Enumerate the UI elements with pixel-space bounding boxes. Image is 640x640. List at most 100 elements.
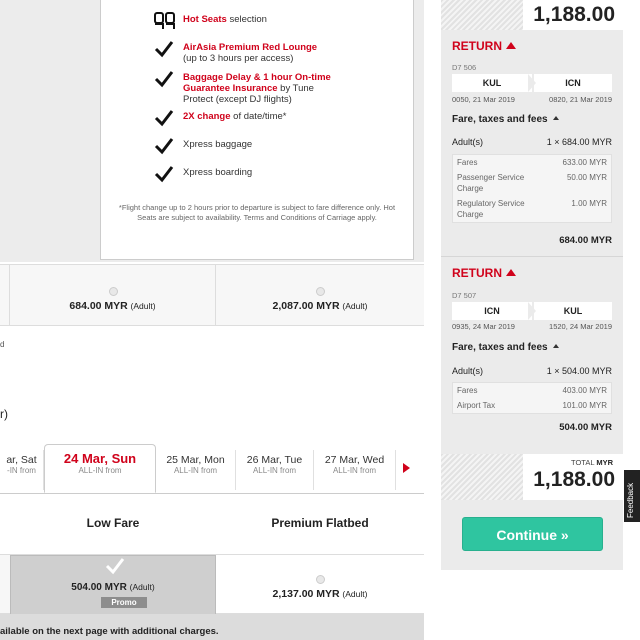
breakdown-value: 403.00 MYR — [562, 386, 607, 395]
summary-top-total: 1,188.00 — [441, 0, 623, 30]
cut-off-text: d — [0, 340, 5, 349]
fare-price: 504.00 MYR — [71, 582, 127, 593]
feedback-label: Feedback — [626, 482, 635, 518]
passenger-line: Adult(s) 1 × 504.00 MYR — [452, 366, 612, 376]
return-heading[interactable]: RETURN — [452, 39, 516, 53]
radio-icon[interactable] — [316, 575, 325, 584]
destination-code: ICN — [534, 74, 612, 92]
date-sub: ALL-IN from — [332, 466, 377, 475]
return-heading[interactable]: RETURN — [452, 266, 516, 280]
date-sub: -IN from — [7, 466, 36, 475]
top-total-amount: 1,188.00 — [533, 3, 615, 26]
departure-time: 0050, 21 Mar 2019 — [452, 95, 515, 104]
radio-icon[interactable] — [316, 287, 325, 296]
total-currency: MYR — [596, 458, 613, 467]
flight-times: 0050, 21 Mar 2019 0820, 21 Mar 2019 — [452, 95, 612, 104]
breakdown-row: Fares 633.00 MYR — [453, 155, 611, 170]
breakdown-label: Fares — [457, 158, 478, 167]
perk-red-text: Hot Seats — [183, 14, 227, 25]
fare-breakdown: Fares 633.00 MYR Passenger Service Charge… — [452, 154, 612, 223]
fare-option-premium[interactable]: 2,137.00 MYR (Adult) — [216, 555, 424, 613]
flight-times: 0935, 24 Mar 2019 1520, 24 Mar 2019 — [452, 322, 612, 331]
destination-code: KUL — [534, 302, 612, 320]
date-sub: ALL-IN from — [78, 466, 122, 475]
breakdown-value: 633.00 MYR — [562, 158, 607, 167]
date-tab-23[interactable]: ar, Sat -IN from — [0, 450, 44, 490]
perks-fine-print: *Flight change up to 2 hours prior to de… — [118, 203, 396, 222]
date-label: 26 Mar, Tue — [246, 454, 303, 466]
breakdown-row: Fares 403.00 MYR — [453, 383, 611, 398]
return-date-selector: ar, Sat -IN from 24 Mar, Sun ALL-IN from… — [0, 444, 424, 494]
pax-label: Adult(s) — [452, 366, 484, 376]
route-bar: ICN KUL — [452, 302, 612, 320]
bottom-note: ailable on the next page with additional… — [0, 614, 424, 640]
breakdown-label: Regulatory Service Charge — [457, 199, 525, 219]
perk-text: of date/time* — [230, 111, 287, 122]
total-amount: 1,188.00 — [533, 468, 615, 491]
pax-label: Adult(s) — [452, 137, 484, 147]
return-label: RETURN — [452, 39, 502, 53]
return-fare-row: 504.00 MYR (Adult) Promo 2,137.00 MYR (A… — [0, 554, 424, 615]
date-tab-25[interactable]: 25 Mar, Mon ALL-IN from — [156, 450, 236, 490]
perk-red-text: AirAsia Premium Red Lounge — [183, 42, 318, 53]
date-tab-26[interactable]: 26 Mar, Tue ALL-IN from — [236, 450, 314, 490]
fare-option-low-selected[interactable]: 504.00 MYR (Adult) Promo — [10, 555, 216, 615]
column-low-fare: Low Fare — [86, 516, 140, 530]
breakdown-row: Passenger Service Charge 50.00 MYR — [453, 170, 611, 196]
perk-text: (up to 3 hours per access) — [183, 53, 294, 64]
continue-button[interactable]: Continue » — [462, 517, 603, 551]
total-box: TOTAL MYR 1,188.00 — [441, 454, 623, 500]
perk-text: Xpress baggage — [183, 139, 253, 150]
feedback-tab[interactable]: Feedback — [624, 470, 640, 522]
fare-title: Fare, taxes and fees — [452, 342, 548, 353]
next-dates-arrow-icon[interactable] — [403, 463, 410, 473]
date-label: 24 Mar, Sun — [63, 451, 137, 466]
fare-price: 684.00 MYR — [69, 300, 128, 312]
check-icon — [105, 558, 125, 575]
check-icon — [154, 110, 174, 127]
perk-text: Xpress boarding — [183, 167, 253, 178]
date-sub: ALL-IN from — [252, 466, 297, 475]
check-icon — [154, 41, 174, 58]
breakdown-row: Airport Tax 101.00 MYR — [453, 398, 611, 413]
date-label: 27 Mar, Wed — [324, 454, 385, 466]
premium-flatbed-perks-card: Hot Seats selection AirAsia Premium Red … — [100, 0, 414, 260]
radio-icon[interactable] — [108, 287, 118, 296]
fare-unit: (Adult) — [342, 589, 368, 599]
date-tab-27[interactable]: 27 Mar, Wed ALL-IN from — [314, 450, 396, 490]
flight-selection-panel: Hot Seats selection AirAsia Premium Red … — [0, 0, 424, 640]
fare-unit: (Adult) — [129, 582, 155, 592]
fare-unit: (Adult) — [130, 301, 156, 311]
check-icon — [154, 138, 174, 155]
route-arrow-icon — [528, 74, 536, 92]
fare-taxes-toggle[interactable]: Fare, taxes and fees — [452, 114, 559, 125]
pax-value: 1 × 504.00 MYR — [546, 366, 612, 376]
return-label: RETURN — [452, 266, 502, 280]
origin-code: ICN — [452, 302, 532, 320]
breakdown-value: 101.00 MYR — [562, 401, 607, 410]
departure-time: 0935, 24 Mar 2019 — [452, 322, 515, 331]
collapse-arrow-icon — [506, 269, 516, 276]
check-icon — [154, 71, 174, 88]
arrival-time: 1520, 24 Mar 2019 — [549, 322, 612, 331]
fare-option-premium[interactable]: 2,087.00 MYR (Adult) — [216, 265, 424, 325]
collapse-arrow-icon — [552, 344, 559, 348]
origin-code: KUL — [452, 74, 532, 92]
booking-summary-panel: 1,188.00 RETURN D7 506 KUL ICN 0050, 21 … — [441, 0, 623, 570]
seat-icon — [154, 12, 175, 29]
route-bar: KUL ICN — [452, 74, 612, 92]
collapse-arrow-icon — [552, 116, 559, 120]
date-tab-24[interactable]: 24 Mar, Sun ALL-IN from — [44, 444, 156, 493]
fare-option-low[interactable]: 684.00 MYR (Adult) — [10, 265, 216, 325]
breakdown-label: Fares — [457, 386, 478, 395]
fare-price: 2,087.00 MYR — [272, 300, 340, 312]
fare-cell-cut — [0, 265, 10, 325]
depart-fare-row: 684.00 MYR (Adult) 2,087.00 MYR (Adult) — [0, 264, 424, 326]
breakdown-label: Airport Tax — [457, 401, 496, 410]
breakdown-value: 50.00 MYR — [566, 173, 607, 182]
column-premium-flatbed: Premium Flatbed — [271, 516, 369, 530]
perk-red-text: 2X change — [183, 111, 231, 122]
promo-badge: Promo — [101, 597, 147, 608]
perk-text: selection — [226, 14, 267, 25]
fare-taxes-toggle[interactable]: Fare, taxes and fees — [452, 342, 559, 353]
